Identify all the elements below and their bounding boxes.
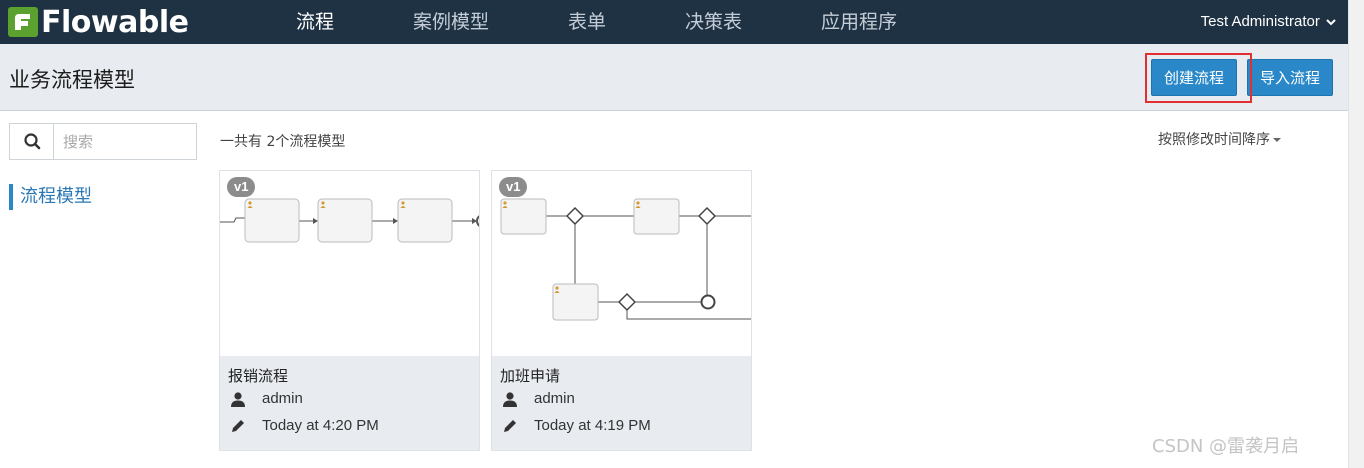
- nav-tab-decision-tables[interactable]: 决策表: [685, 0, 742, 44]
- process-model-card[interactable]: v1 报销流程 admin Today at 4:20 PM: [219, 170, 480, 451]
- card-info: 加班申请 admin Today at 4:19 PM: [492, 356, 751, 450]
- user-menu[interactable]: Test Administrator: [1201, 0, 1336, 44]
- nav-tab-label: 流程: [296, 11, 335, 33]
- page-title: 业务流程模型: [9, 68, 135, 92]
- page-header: 业务流程模型 创建流程 导入流程: [0, 44, 1348, 111]
- nav-tab-label: 案例模型: [413, 11, 490, 33]
- search-input[interactable]: [54, 124, 196, 159]
- modified-time: Today at 4:19 PM: [534, 417, 651, 434]
- flowable-logo-icon: [8, 7, 38, 37]
- search-icon: [24, 133, 41, 150]
- card-info: 报销流程 admin Today at 4:20 PM: [220, 356, 479, 450]
- version-badge: v1: [499, 177, 528, 197]
- process-name[interactable]: 报销流程: [228, 365, 288, 386]
- modified-time: Today at 4:20 PM: [262, 417, 379, 434]
- version-badge: v1: [227, 177, 256, 197]
- user-icon: [231, 392, 245, 407]
- caret-down-icon: [1273, 138, 1281, 142]
- bpmn-diagram: [500, 198, 751, 321]
- sort-dropdown[interactable]: 按照修改时间降序: [1158, 129, 1281, 149]
- process-diagram-thumbnail[interactable]: v1: [220, 171, 479, 356]
- logo-text: Flowable: [41, 4, 189, 40]
- user-name: Test Administrator: [1200, 13, 1320, 30]
- nav-tab-processes[interactable]: 流程: [296, 0, 335, 51]
- nav-tab-label: 表单: [568, 11, 607, 33]
- process-diagram-thumbnail[interactable]: v1: [492, 171, 751, 356]
- search-box: [9, 123, 197, 160]
- nav-tab-apps[interactable]: 应用程序: [821, 0, 897, 44]
- pencil-icon: [232, 420, 244, 432]
- search-button[interactable]: [10, 124, 54, 159]
- process-name[interactable]: 加班申请: [500, 365, 560, 386]
- nav-tab-label: 决策表: [685, 11, 743, 33]
- model-count: 一共有 2个流程模型: [220, 134, 346, 150]
- bpmn-diagram: [220, 198, 479, 243]
- process-model-card[interactable]: v1 加班申请 admin Today at 4:19 PM: [491, 170, 752, 451]
- nav-tab-label: 应用程序: [821, 11, 898, 33]
- watermark: CSDN @雷袭月启: [1152, 436, 1300, 457]
- highlight-annotation: [1145, 53, 1252, 103]
- user-icon: [503, 392, 517, 407]
- import-process-button[interactable]: 导入流程: [1247, 59, 1334, 96]
- nav-tab-forms[interactable]: 表单: [568, 0, 606, 44]
- chevron-down-icon: [1326, 19, 1336, 26]
- sort-label: 按照修改时间降序: [1158, 132, 1270, 148]
- owner-name: admin: [534, 390, 575, 407]
- top-navbar: Flowable 流程 案例模型 表单 决策表 应用程序 Test Admini…: [0, 0, 1348, 51]
- pencil-icon: [504, 420, 516, 432]
- nav-tab-case-models[interactable]: 案例模型: [413, 0, 489, 44]
- sidebar-item-process-models[interactable]: 流程模型: [9, 184, 92, 210]
- vertical-scrollbar[interactable]: [1348, 0, 1364, 468]
- owner-name: admin: [262, 390, 303, 407]
- flowable-logo[interactable]: Flowable: [8, 4, 189, 40]
